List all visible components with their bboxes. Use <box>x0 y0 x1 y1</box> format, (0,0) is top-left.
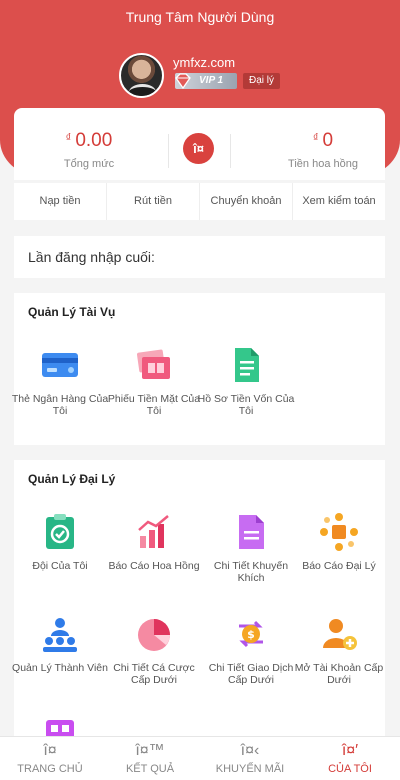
grid-item-open-sub-account[interactable]: Mở Tài Khoản Cấp Dưới <box>289 614 389 686</box>
tab-home[interactable]: î¤ TRANG CHỦ <box>0 737 100 780</box>
vip-badge: VIP 1 <box>175 73 237 90</box>
bank-card-icon <box>40 345 80 385</box>
total-balance: ₫ 0.00 Tổng mức <box>44 130 134 170</box>
commission-label: Tiền hoa hồng <box>288 158 358 170</box>
grid-item-fund-record[interactable]: Hồ Sơ Tiền Vốn Của Tôi <box>196 345 296 417</box>
wallet-card: ₫ 0.00 Tổng mức î¤ ₫ 0 Tiền hoa hồng <box>14 108 385 180</box>
cash-voucher-icon <box>134 345 174 385</box>
grid-item-cash-voucher[interactable]: Phiếu Tiền Mặt Của Tôi <box>104 345 204 417</box>
wallet-actions: Nạp tiền Rút tiền Chuyển khoản Xem kiểm … <box>14 183 385 220</box>
currency-symbol: ₫ <box>65 132 72 144</box>
tab-results[interactable]: î¤™ KẾT QUẢ <box>100 737 200 780</box>
bottom-tabbar: î¤ TRANG CHỦ î¤™ KẾT QUẢ î¤‹ KHUYẾN MÃI … <box>0 736 400 780</box>
refresh-icon[interactable]: î¤ <box>183 133 214 164</box>
sub-transaction-icon: $ <box>231 614 271 654</box>
commission-report-icon <box>134 512 174 552</box>
grid-item-member-manage[interactable]: Quản Lý Thành Viên <box>10 614 110 674</box>
username: ymfxz.com <box>173 55 236 70</box>
grid-item-sub-bet-detail[interactable]: Chi Tiết Cá Cược Cấp Dưới <box>104 614 204 686</box>
tab-label: KHUYẾN MÃI <box>215 763 285 775</box>
commission-value: 0 <box>322 130 334 151</box>
section-title: Quản Lý Đại Lý <box>28 472 116 486</box>
deposit-button[interactable]: Nạp tiền <box>14 183 107 220</box>
open-sub-account-icon <box>319 614 359 654</box>
last-login: Lần đăng nhập cuối: <box>14 236 385 278</box>
results-icon: î¤™ <box>135 742 165 759</box>
diamond-icon <box>175 73 191 90</box>
grid-item-label: Mở Tài Khoản Cấp Dưới <box>294 662 384 686</box>
tab-label: TRANG CHỦ <box>17 763 83 775</box>
grid-item-label: Thẻ Ngân Hàng Của Tôi <box>11 393 109 417</box>
grid-item-label: Chi Tiết Khuyến Khích <box>213 560 289 584</box>
agent-section: Quản Lý Đại Lý Đội Của Tôi Báo Cáo Hoa H… <box>12 460 385 748</box>
grid-item-label: Hồ Sơ Tiền Vốn Của Tôi <box>197 393 295 417</box>
bonus-detail-icon <box>231 512 271 552</box>
transfer-button[interactable]: Chuyển khoản <box>200 183 293 220</box>
grid-item-label: Chi Tiết Giao Dịch Cấp Dưới <box>208 662 294 686</box>
total-value: 0.00 <box>75 130 113 151</box>
profile-icon: î¤′ <box>341 742 359 759</box>
svg-text:$: $ <box>247 628 255 641</box>
divider <box>230 134 231 168</box>
currency-symbol: ₫ <box>312 132 319 144</box>
agent-report-icon <box>319 512 359 552</box>
commission-balance: ₫ 0 Tiền hoa hồng <box>270 130 376 170</box>
total-label: Tổng mức <box>63 158 115 170</box>
grid-item-sub-transaction[interactable]: $ Chi Tiết Giao Dịch Cấp Dưới <box>201 614 301 686</box>
grid-item-bonus-detail[interactable]: Chi Tiết Khuyến Khích <box>201 512 301 584</box>
tab-label: KẾT QUẢ <box>125 763 175 775</box>
withdraw-button[interactable]: Rút tiền <box>107 183 200 220</box>
grid-item-team[interactable]: Đội Của Tôi <box>10 512 110 572</box>
vip-level: VIP 1 <box>199 75 224 86</box>
grid-item-label: Quản Lý Thành Viên <box>12 662 108 674</box>
sub-bet-detail-icon <box>134 614 174 654</box>
grid-item-agent-report[interactable]: Báo Cáo Đại Lý <box>289 512 389 572</box>
team-icon <box>40 512 80 552</box>
member-manage-icon <box>40 614 80 654</box>
tab-promotion[interactable]: î¤‹ KHUYẾN MÃI <box>200 737 300 780</box>
grid-item-label: Báo Cáo Đại Lý <box>302 560 376 572</box>
grid-item-label: Phiếu Tiền Mặt Của Tôi <box>107 393 201 417</box>
home-icon: î¤ <box>43 742 57 759</box>
grid-item-label: Chi Tiết Cá Cược Cấp Dưới <box>113 662 195 686</box>
finance-section: Quản Lý Tài Vụ Thẻ Ngân Hàng Của Tôi Phi… <box>12 293 385 445</box>
tab-label: CỦA TÔI <box>328 763 372 775</box>
grid-item-label: Đội Của Tôi <box>32 560 88 572</box>
role-badge: Đại lý <box>243 73 281 89</box>
avatar[interactable] <box>119 53 164 98</box>
divider <box>168 134 169 168</box>
promotion-icon: î¤‹ <box>240 742 260 759</box>
audit-button[interactable]: Xem kiểm toán <box>293 183 385 220</box>
page-title: Trung Tâm Người Dùng <box>125 9 275 25</box>
tab-profile[interactable]: î¤′ CỦA TÔI <box>300 737 400 780</box>
grid-item-bank-card[interactable]: Thẻ Ngân Hàng Của Tôi <box>10 345 110 417</box>
fund-record-icon <box>226 345 266 385</box>
grid-item-label: Báo Cáo Hoa Hồng <box>108 560 200 572</box>
grid-item-commission-report[interactable]: Báo Cáo Hoa Hồng <box>104 512 204 572</box>
section-title: Quản Lý Tài Vụ <box>28 305 116 319</box>
